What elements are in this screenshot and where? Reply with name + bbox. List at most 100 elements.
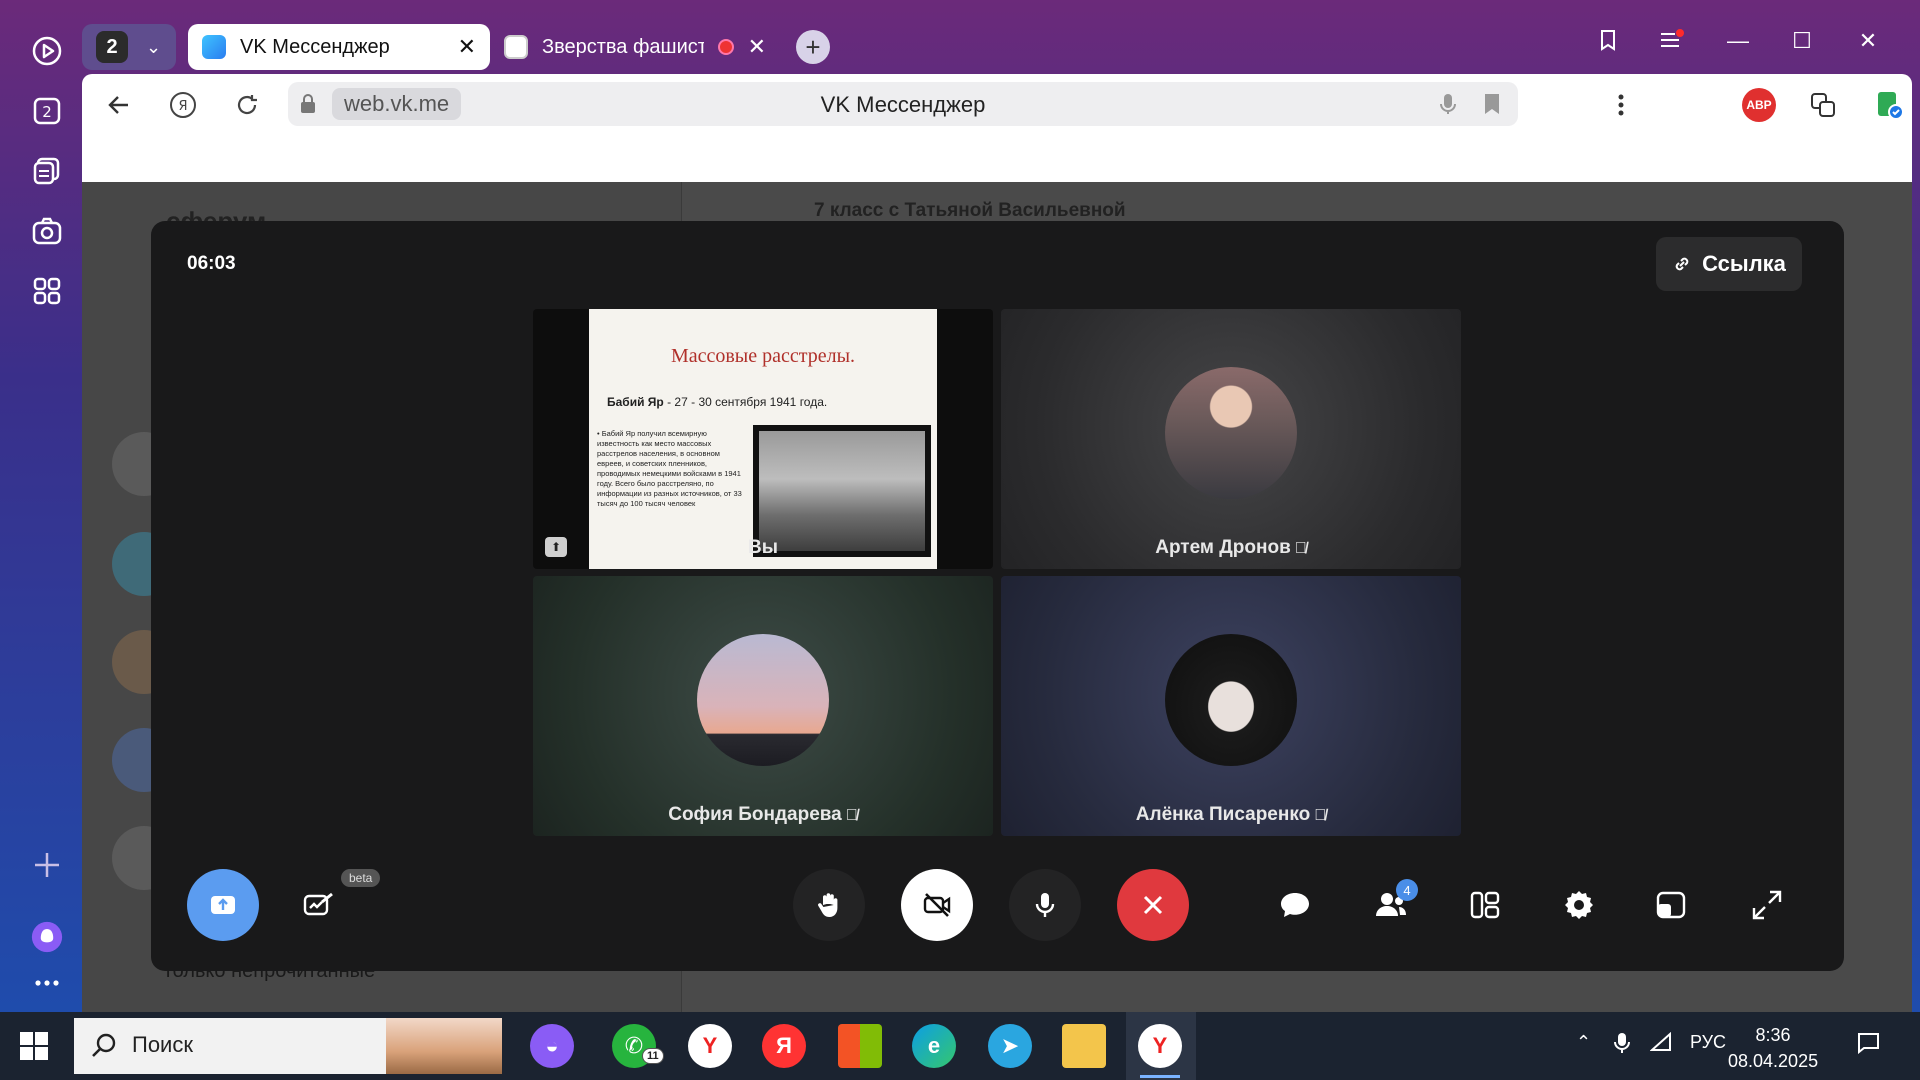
- participants-count-badge: 4: [1396, 879, 1418, 901]
- menu-icon[interactable]: [1652, 28, 1692, 58]
- services-grid-icon[interactable]: [28, 272, 66, 310]
- play-icon[interactable]: [28, 32, 66, 70]
- close-window-icon[interactable]: ✕: [1848, 28, 1888, 54]
- svg-text:2: 2: [42, 103, 52, 121]
- yandex-browser-active-icon[interactable]: Y: [1138, 1024, 1182, 1078]
- extension-icon[interactable]: [1872, 88, 1906, 122]
- tabs-counter-icon[interactable]: 2: [28, 92, 66, 130]
- hand-icon: [818, 893, 838, 917]
- chevron-down-icon: ⌄: [146, 36, 162, 57]
- telegram-app-icon[interactable]: ➤: [988, 1024, 1032, 1068]
- participant-tile[interactable]: Артем Дронов 🎙̸: [1001, 309, 1461, 569]
- adblock-icon[interactable]: ABP: [1742, 88, 1776, 122]
- microphone-toggle-button[interactable]: [1009, 869, 1081, 941]
- vk-favicon-icon: [202, 35, 226, 59]
- close-tab-icon[interactable]: ✕: [748, 34, 766, 60]
- participant-tile[interactable]: София Бондарева 🎙̸: [533, 576, 993, 836]
- tab-presentation[interactable]: Зверства фашистов ✕: [490, 24, 780, 70]
- svg-text:Я: Я: [178, 99, 187, 114]
- document-favicon-icon: [504, 35, 528, 59]
- file-explorer-app-icon[interactable]: [1062, 1024, 1106, 1068]
- microphone-icon: [1035, 893, 1055, 917]
- fullscreen-button[interactable]: [1747, 885, 1787, 925]
- participant-tile-self[interactable]: Массовые расстрелы. Бабий Яр - 27 - 30 с…: [533, 309, 993, 569]
- tab-vk-messenger[interactable]: VK Мессенджер ✕: [188, 24, 490, 70]
- tray-microphone-icon[interactable]: [1614, 1032, 1630, 1059]
- start-button[interactable]: [18, 1030, 50, 1062]
- close-icon: [1143, 895, 1163, 915]
- slide-subtitle: Бабий Яр - 27 - 30 сентября 1941 года.: [607, 395, 827, 409]
- search-label: Поиск: [132, 1032, 193, 1057]
- tab-counter-button[interactable]: 2 ⌄: [82, 24, 176, 70]
- tray-chevron-up-icon[interactable]: ⌃: [1576, 1032, 1591, 1053]
- yandex-browser-app-icon[interactable]: Y: [688, 1024, 732, 1068]
- maximize-icon[interactable]: ☐: [1782, 28, 1822, 54]
- settings-button[interactable]: [1559, 885, 1599, 925]
- browser-toolbar: Я web.vk.me VK Мессенджер ABP !: [82, 74, 1912, 134]
- minimize-icon[interactable]: —: [1718, 28, 1758, 54]
- end-call-button[interactable]: [1117, 869, 1189, 941]
- clock-time: 8:36: [1755, 1025, 1791, 1045]
- gear-icon: [1565, 891, 1593, 919]
- slide-body: • Бабий Яр получил всемирную известность…: [597, 429, 742, 508]
- windows-logo-icon: [20, 1032, 48, 1060]
- camera-off-icon: [923, 893, 951, 917]
- slide-heading: Массовые расстрелы.: [670, 345, 856, 367]
- picture-in-picture-button[interactable]: [1651, 885, 1691, 925]
- slide-subtitle-bold: Бабий Яр: [607, 395, 664, 409]
- more-dots-icon[interactable]: [28, 964, 66, 1002]
- mic-muted-icon: 🎙̸: [845, 807, 858, 824]
- recording-icon: [717, 39, 734, 55]
- chat-button[interactable]: [1275, 885, 1315, 925]
- shared-slide: Массовые расстрелы. Бабий Яр - 27 - 30 с…: [589, 309, 937, 569]
- reload-icon[interactable]: [230, 88, 264, 122]
- link-button-label: Ссылка: [1702, 251, 1786, 276]
- add-panel-icon[interactable]: [28, 846, 66, 884]
- close-tab-icon[interactable]: ✕: [458, 34, 476, 60]
- layout-button[interactable]: [1465, 885, 1505, 925]
- video-call-window: 06:03 Ссылка Массовые расстрелы. Бабий Я…: [151, 221, 1844, 971]
- collections-icon[interactable]: [28, 152, 66, 190]
- more-vertical-icon[interactable]: [1604, 88, 1638, 122]
- layout-grid-icon: [1470, 891, 1500, 919]
- tray-network-icon[interactable]: [1649, 1031, 1674, 1057]
- participant-tile[interactable]: Алёнка Писаренко 🎙̸: [1001, 576, 1461, 836]
- page-header-band: [82, 134, 1912, 182]
- tab-title: VK Мессенджер: [240, 35, 390, 58]
- avatar: [1165, 634, 1297, 766]
- tray-clock[interactable]: 8:36 08.04.2025: [1728, 1022, 1818, 1074]
- tray-language[interactable]: РУС: [1690, 1032, 1726, 1053]
- back-arrow-icon[interactable]: [102, 88, 136, 122]
- taskbar-search[interactable]: Поиск: [74, 1018, 502, 1074]
- new-tab-button[interactable]: +: [796, 30, 830, 64]
- participant-name: Алёнка Писаренко: [1135, 804, 1311, 825]
- voice-search-icon[interactable]: [1438, 92, 1458, 121]
- raise-hand-button[interactable]: [793, 869, 865, 941]
- notifications-icon[interactable]: [1856, 1032, 1880, 1059]
- screen-share-button[interactable]: [187, 869, 259, 941]
- camera-toggle-button[interactable]: [901, 869, 973, 941]
- bookmarks-panel-icon[interactable]: [1588, 28, 1628, 58]
- page-title: VK Мессенджер: [820, 92, 986, 117]
- participant-name: София Бондарева: [668, 804, 842, 825]
- slide-subtitle-rest: - 27 - 30 сентября 1941 года.: [663, 395, 828, 409]
- search-highlight-image: [386, 1018, 502, 1074]
- alice-app-icon[interactable]: ◒: [530, 1024, 574, 1068]
- screenshot-icon[interactable]: [28, 212, 66, 250]
- microsoft-store-app-icon[interactable]: [838, 1024, 882, 1068]
- whiteboard-button[interactable]: [299, 885, 339, 925]
- edge-app-icon[interactable]: e: [912, 1024, 956, 1068]
- whiteboard-icon: [303, 892, 333, 916]
- alice-icon[interactable]: [28, 918, 66, 956]
- browser-side-panel: 2: [0, 0, 94, 1012]
- bookmark-icon[interactable]: [1482, 92, 1502, 121]
- yandex-app-icon[interactable]: Я: [762, 1024, 806, 1068]
- yandex-home-icon[interactable]: Я: [166, 88, 200, 122]
- translate-extension-icon[interactable]: [1806, 88, 1840, 122]
- participant-name-row: Артем Дронов 🎙̸: [1001, 537, 1461, 559]
- call-timer: 06:03: [187, 253, 236, 274]
- clock-date: 08.04.2025: [1728, 1051, 1819, 1071]
- address-bar[interactable]: web.vk.me VK Мессенджер: [288, 82, 1518, 126]
- whatsapp-app-icon[interactable]: ✆ 11: [612, 1024, 664, 1068]
- copy-link-button[interactable]: Ссылка: [1656, 237, 1802, 291]
